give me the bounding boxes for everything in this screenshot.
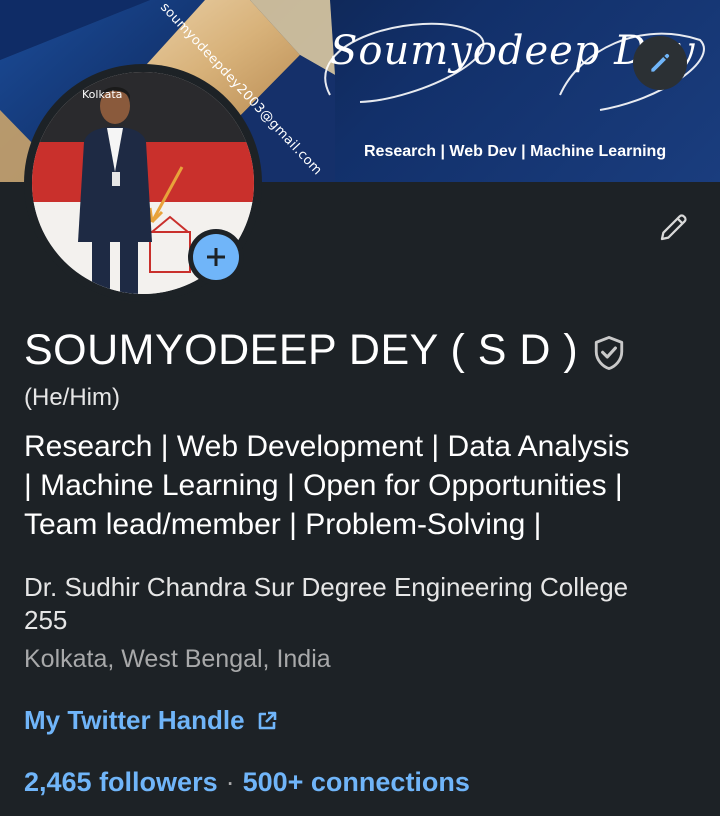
add-story-button[interactable] <box>188 229 244 285</box>
edit-profile-button[interactable] <box>650 203 698 251</box>
location: Kolkata, West Bengal, India <box>24 645 331 673</box>
profile-name: SOUMYODEEP DEY ( S D ) <box>24 326 579 374</box>
shield-check-icon[interactable] <box>592 334 626 372</box>
plus-icon <box>207 248 225 266</box>
separator-dot: · <box>225 767 235 797</box>
avatar-city-sign: Kolkata <box>82 88 123 101</box>
banner-tagline: Research | Web Dev | Machine Learning <box>364 143 667 160</box>
headline-line: | Machine Learning | Open for Opportunit… <box>24 469 623 502</box>
headline-line: Research | Web Development | Data Analys… <box>24 430 630 463</box>
network-stats: 2,465 followers · 500+ connections <box>24 767 470 798</box>
college-name: Dr. Sudhir Chandra Sur Degree Engineerin… <box>24 572 629 602</box>
edit-banner-button[interactable] <box>633 36 687 90</box>
profile-name-row: SOUMYODEEP DEY ( S D ) <box>24 326 626 375</box>
pronouns: (He/Him) <box>24 384 120 411</box>
external-link-icon <box>258 711 276 729</box>
college-code: 255 <box>24 605 68 635</box>
pencil-icon <box>660 214 687 241</box>
connections-link[interactable]: 500+ connections <box>243 767 470 797</box>
followers-link[interactable]: 2,465 followers <box>24 767 218 797</box>
twitter-link[interactable]: My Twitter Handle <box>24 705 279 736</box>
twitter-link-label: My Twitter Handle <box>24 705 245 735</box>
education[interactable]: Dr. Sudhir Chandra Sur Degree Engineerin… <box>24 571 704 637</box>
profile-headline: Research | Web Development | Data Analys… <box>24 427 700 544</box>
headline-line: Team lead/member | Problem-Solving | <box>24 508 542 541</box>
pencil-icon <box>651 53 670 72</box>
